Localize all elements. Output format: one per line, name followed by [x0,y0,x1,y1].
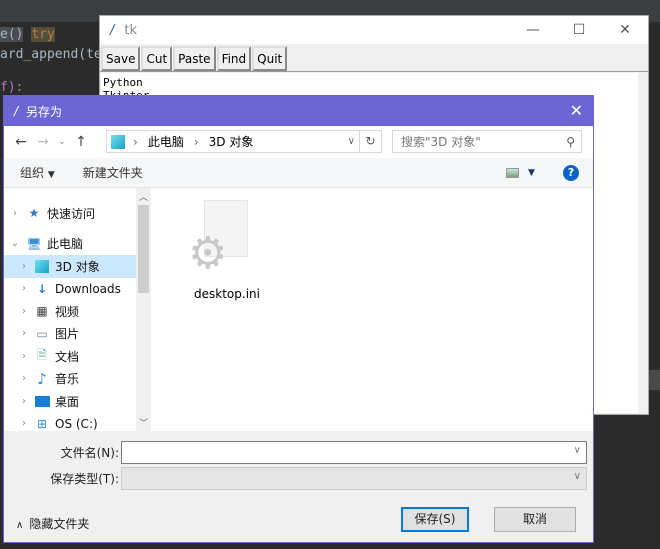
save-button[interactable]: Save [101,46,141,71]
tree-item-3d-objects[interactable]: › 3D 对象 [4,255,136,278]
view-icon[interactable] [506,167,519,178]
tree-item-this-pc[interactable]: ⌄ 🖥 此电脑 [4,233,136,256]
dialog-titlebar: / 另存为 ✕ [4,96,593,126]
cube-icon [34,259,50,273]
find-button[interactable]: Find [216,46,252,71]
scrollbar-thumb[interactable] [138,205,149,293]
caret-down-icon[interactable]: ▼ [528,168,535,178]
address-bar-row: ← → ⌄ ↑ › 此电脑 › 3D 对象 ∨ ↻ 搜索"3D 对象" ⚲ [4,126,593,158]
cancel-button[interactable]: 取消 [494,507,576,532]
filetype-label: 保存类型(T): [50,472,119,486]
minimize-button[interactable]: — [510,16,556,44]
code-token: try [31,27,55,42]
recent-chevron-icon[interactable]: ⌄ [54,137,70,147]
download-icon: ↓ [36,281,48,296]
hide-folders-toggle[interactable]: ∧ 隐藏文件夹 [16,515,89,532]
maximize-button[interactable]: ☐ [556,16,602,44]
navigation-tree: › ★ 快速访问 ⌄ 🖥 此电脑 › 3D 对象 › ↓ Downloads › ▦ 视频 › ▭ 图… [4,188,136,431]
tree-scrollbar[interactable]: ︿ ﹀ [136,188,151,431]
search-input[interactable]: 搜索"3D 对象" ⚲ [392,130,582,153]
code-line: f): [0,80,24,95]
settings-file-icon: ⚙ [188,228,228,279]
chevron-up-icon: ∧ [16,520,24,531]
new-folder-button[interactable]: 新建文件夹 [83,164,143,181]
cube-icon [111,134,125,149]
quit-button[interactable]: Quit [252,46,288,71]
filetype-select[interactable]: ∨ [121,467,587,490]
up-arrow-icon[interactable]: ↑ [70,134,92,150]
tree-item-label: 音乐 [55,372,80,387]
tree-item-label: 此电脑 [47,237,84,252]
cut-button[interactable]: Cut [141,46,173,71]
close-button[interactable]: ✕ [602,16,648,44]
computer-icon: 🖥 [26,236,42,251]
tree-item-music[interactable]: › ♪ 音乐 [4,368,136,391]
tk-title: tk [124,22,138,38]
address-bar[interactable]: › 此电脑 › 3D 对象 ∨ ↻ [106,130,382,153]
chevron-down-icon[interactable]: ∨ [574,471,581,482]
document-icon: 🗎 [37,347,47,362]
tree-item-desktop[interactable]: › 桌面 [4,390,136,413]
code-token: e() [0,27,24,42]
tree-item-videos[interactable]: › ▦ 视频 [4,300,136,323]
search-placeholder: 搜索"3D 对象" [401,135,481,149]
command-bar: 组织 ▼ 新建文件夹 ▼ ? [4,158,593,188]
drive-icon: ⊞ [36,416,48,431]
close-button[interactable]: ✕ [570,101,583,120]
tree-item-documents[interactable]: › 🗎 文档 [4,345,136,368]
search-icon: ⚲ [566,134,575,149]
editor-highlight [648,370,660,390]
save-button[interactable]: 保存(S) [401,507,469,532]
organize-menu[interactable]: 组织 ▼ [20,164,55,181]
filename-input[interactable]: ∨ [121,441,587,464]
organize-label: 组织 [20,166,45,180]
tree-item-label: 图片 [55,327,80,342]
tree-item-label: 3D 对象 [55,259,100,274]
filename-label: 文件名(N): [60,446,119,460]
caret-down-icon: ▼ [47,170,55,180]
video-icon: ▦ [36,304,48,319]
tree-item-label: 快速访问 [47,206,96,221]
tree-item-label: 文档 [55,349,80,364]
chevron-down-icon[interactable]: ∨ [348,136,355,147]
tree-item-downloads[interactable]: › ↓ Downloads [4,278,136,301]
refresh-icon[interactable]: ↻ [359,131,381,152]
tree-item-quick-access[interactable]: › ★ 快速访问 [4,202,136,225]
chevron-down-icon[interactable]: ∨ [574,445,581,456]
scroll-up-icon[interactable]: ︿ [136,190,151,203]
code-line: e() try [0,27,55,42]
tree-item-label: 桌面 [55,394,80,409]
file-list: ⚙ desktop.ini [154,188,593,431]
dialog-footer: 文件名(N): ∨ 保存类型(T): ∨ ∧ 隐藏文件夹 保存(S) 取消 [4,431,593,543]
file-name: desktop.ini [194,287,260,301]
text-line: Python [103,76,143,89]
back-arrow-icon[interactable]: ← [10,134,32,150]
feather-icon: / [14,104,19,118]
feather-icon: / [110,22,115,38]
forward-arrow-icon[interactable]: → [32,134,54,150]
save-as-dialog: / 另存为 ✕ ← → ⌄ ↑ › 此电脑 › 3D 对象 ∨ ↻ 搜索"3D 对象… [3,95,594,543]
code-line: ard_append(te [0,47,102,62]
paste-button[interactable]: Paste [173,46,216,71]
scroll-down-icon[interactable]: ﹀ [136,416,151,429]
tree-item-label: Downloads [55,281,121,296]
dialog-title: 另存为 [26,104,63,119]
breadcrumb-item[interactable]: 3D 对象 [209,133,254,150]
star-icon: ★ [28,206,40,221]
breadcrumb-item[interactable]: 此电脑 [148,133,184,150]
picture-icon: ▭ [36,326,48,341]
tree-item-pictures[interactable]: › ▭ 图片 [4,323,136,346]
tree-item-label: 视频 [55,304,80,319]
desktop-icon [34,394,50,408]
hide-folders-label: 隐藏文件夹 [29,517,90,531]
tree-item-label: OS (C:) [55,416,98,431]
music-icon: ♪ [37,369,47,388]
tk-toolbar: Save Cut Paste Find Quit [100,44,648,72]
help-icon[interactable]: ? [563,164,579,181]
